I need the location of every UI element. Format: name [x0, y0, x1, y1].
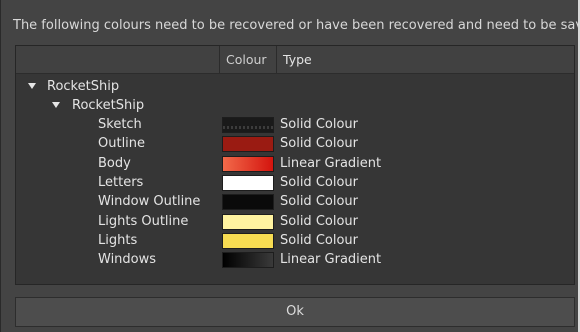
colour-item-row[interactable]: Sketch Solid Colour: [16, 115, 574, 134]
colour-item-name: Windows: [98, 252, 157, 268]
colour-item-row[interactable]: Letters Solid Colour: [16, 173, 574, 192]
tree-node-palette[interactable]: RocketShip: [16, 96, 216, 115]
tree-node-root[interactable]: RocketShip: [16, 77, 216, 96]
colour-item-row[interactable]: Lights Solid Colour: [16, 231, 574, 250]
colour-item-type: Solid Colour: [280, 136, 358, 152]
colour-swatch[interactable]: [222, 117, 274, 133]
expand-arrow-icon[interactable]: [28, 83, 36, 89]
colour-swatch[interactable]: [222, 174, 274, 191]
colour-swatch[interactable]: [222, 232, 274, 249]
colour-item-row[interactable]: Windows Linear Gradient: [16, 250, 574, 269]
colour-swatch[interactable]: [222, 213, 274, 230]
colour-item-type: Solid Colour: [280, 232, 358, 248]
colour-swatch[interactable]: [222, 155, 274, 172]
colour-swatch[interactable]: [222, 136, 274, 153]
expand-arrow-icon[interactable]: [52, 102, 60, 108]
colour-item-name: Lights Outline: [98, 213, 189, 229]
colour-item-row[interactable]: Outline Solid Colour: [16, 134, 574, 153]
palette-label: RocketShip: [72, 98, 145, 113]
column-header-name[interactable]: [16, 46, 219, 73]
colour-item-type: Solid Colour: [280, 174, 358, 190]
colour-item-name: Sketch: [98, 117, 142, 132]
colour-item-type: Solid Colour: [280, 117, 358, 132]
colour-swatch[interactable]: [222, 252, 274, 269]
colour-item-row[interactable]: Window Outline Solid Colour: [16, 192, 574, 211]
colour-item-row[interactable]: Body Linear Gradient: [16, 154, 574, 173]
colour-tree[interactable]: Colour Type RocketShip RocketShip Sketch…: [15, 45, 575, 285]
colour-item-name: Outline: [98, 136, 146, 152]
ok-button[interactable]: Ok: [15, 297, 575, 327]
root-label: RocketShip: [47, 79, 120, 94]
colour-item-name: Lights: [98, 232, 138, 248]
colour-recovery-dialog: The following colours need to be recover…: [0, 0, 580, 332]
colour-item-name: Window Outline: [98, 194, 201, 210]
tree-header: Colour Type: [16, 46, 574, 74]
colour-swatch[interactable]: [222, 194, 274, 211]
column-header-colour[interactable]: Colour: [219, 46, 276, 73]
colour-item-row[interactable]: Lights Outline Solid Colour: [16, 212, 574, 231]
colour-item-type: Linear Gradient: [280, 155, 382, 171]
column-header-type[interactable]: Type: [276, 46, 575, 73]
colour-item-name: Body: [98, 155, 131, 171]
colour-item-type: Solid Colour: [280, 194, 358, 210]
colour-item-name: Letters: [98, 174, 144, 190]
colour-item-type: Solid Colour: [280, 213, 358, 229]
dialog-message: The following colours need to be recover…: [13, 18, 580, 33]
colour-item-type: Linear Gradient: [280, 252, 382, 268]
